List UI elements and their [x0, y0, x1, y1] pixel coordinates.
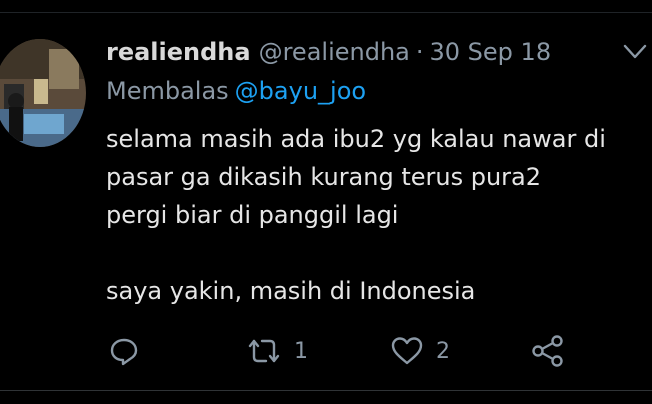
tweet-text-line: pasar ga dikasih kurang terus pura2	[106, 163, 542, 191]
avatar[interactable]	[0, 39, 86, 147]
share-icon	[530, 334, 566, 368]
like-button[interactable]: 2	[390, 334, 450, 368]
reply-prefix: Membalas	[106, 77, 229, 105]
tweet-text: selama masih ada ibu2 yg kalau nawar di …	[106, 120, 652, 310]
tweet-text-line: selama masih ada ibu2 yg kalau nawar di	[106, 125, 606, 153]
reply-context: Membalas @bayu_joo	[106, 77, 366, 105]
tweet-text-line: saya yakin, masih di Indonesia	[106, 277, 476, 305]
tweet-text-line: pergi biar di panggil lagi	[106, 201, 399, 229]
user-handle[interactable]: @realiendha	[259, 38, 410, 66]
reply-button[interactable]	[108, 334, 140, 368]
heart-icon	[390, 335, 424, 367]
paragraph-break	[106, 234, 652, 272]
header-separator: ·	[415, 38, 424, 66]
top-divider	[0, 12, 652, 13]
reply-to-handle[interactable]: @bayu_joo	[235, 77, 366, 105]
chevron-down-icon[interactable]	[620, 38, 650, 66]
tweet-header: realiendha @realiendha · 30 Sep 18	[106, 34, 551, 70]
reply-icon	[108, 335, 140, 367]
share-button[interactable]	[530, 334, 566, 368]
display-name[interactable]: realiendha	[106, 38, 251, 66]
retweet-button[interactable]: 1	[246, 334, 308, 368]
bottom-divider	[0, 390, 652, 391]
retweet-icon	[246, 335, 282, 367]
retweet-count: 1	[294, 338, 308, 364]
tweet-date[interactable]: 30 Sep 18	[430, 38, 552, 66]
like-count: 2	[436, 338, 450, 364]
